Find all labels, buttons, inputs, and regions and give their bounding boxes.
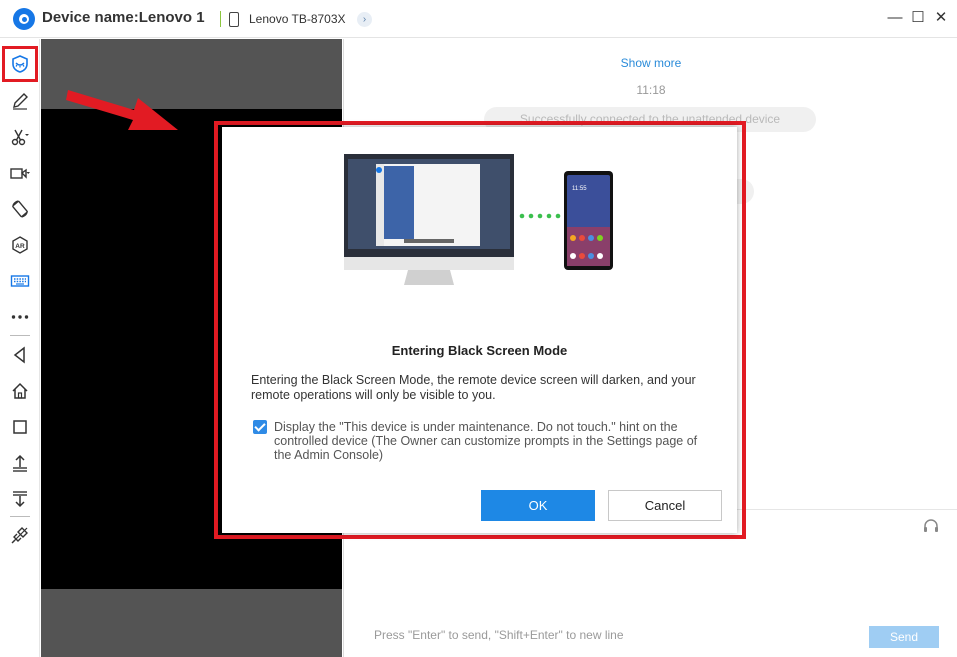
back-triangle-icon [13, 346, 25, 364]
maintenance-hint-label[interactable]: Display the "This device is under mainte… [274, 420, 714, 462]
download-icon [13, 491, 27, 508]
rotate-screen-button[interactable] [6, 195, 34, 223]
cancel-button[interactable]: Cancel [608, 490, 722, 521]
illustration-clock: 11:55 [572, 186, 587, 192]
toolbar-divider [10, 516, 30, 517]
keyboard-button[interactable] [6, 267, 34, 295]
window-title: Device name:Lenovo 1 [42, 9, 205, 26]
svg-text:AR: AR [15, 243, 25, 250]
pen-icon [13, 93, 28, 110]
maintenance-hint-checkbox[interactable] [253, 420, 267, 434]
phone-icon [229, 12, 239, 27]
recents-button[interactable] [6, 413, 34, 441]
toolbar-divider [10, 335, 30, 336]
device-model-label: Lenovo TB-8703X [249, 12, 346, 26]
upload-button[interactable] [6, 449, 34, 477]
scissors-icon [11, 129, 29, 146]
ar-button[interactable]: AR [6, 231, 34, 259]
black-screen-dialog: 11:55 Entering Black Screen Mode Enterin… [222, 127, 737, 533]
download-button[interactable] [6, 485, 34, 513]
upload-icon [13, 454, 27, 472]
more-dots-icon [11, 315, 29, 319]
annotation-arrow-icon [66, 90, 178, 130]
message-time: 11:18 [636, 83, 666, 97]
draw-button[interactable] [6, 87, 34, 115]
keyboard-icon [10, 275, 30, 287]
dialog-description: Entering the Black Screen Mode, the remo… [251, 373, 696, 402]
square-icon [13, 420, 27, 434]
video-camera-icon [10, 168, 30, 179]
home-icon [12, 382, 28, 399]
back-button[interactable] [6, 341, 34, 369]
dialog-title: Entering Black Screen Mode [391, 343, 568, 358]
shield-eye-icon [12, 55, 28, 73]
input-hint[interactable]: Press "Enter" to send, "Shift+Enter" to … [374, 628, 624, 642]
headset-icon[interactable] [922, 517, 940, 535]
left-toolbar: AR [0, 39, 40, 657]
minimize-button[interactable]: — [886, 8, 904, 28]
title-bar: Device name:Lenovo 1 Lenovo TB-8703X › —… [0, 0, 957, 38]
device-info-chevron-icon[interactable]: › [357, 12, 372, 27]
monitor-phone-illustration: 11:55 [344, 154, 613, 285]
show-more-link[interactable]: Show more [344, 56, 957, 70]
home-button[interactable] [6, 377, 34, 405]
send-button[interactable]: Send [869, 626, 939, 648]
title-divider [220, 11, 221, 27]
record-button[interactable] [6, 159, 34, 187]
ok-button[interactable]: OK [481, 490, 595, 521]
ar-icon: AR [12, 236, 28, 254]
unplug-icon [11, 527, 28, 544]
rotate-icon [12, 200, 28, 218]
maximize-button[interactable]: ☐ [909, 8, 927, 28]
more-button[interactable] [6, 303, 34, 331]
black-screen-mode-button[interactable] [2, 46, 38, 82]
close-button[interactable]: ✕ [932, 8, 950, 28]
app-logo-icon [13, 8, 35, 30]
screenshot-button[interactable] [6, 123, 34, 151]
disconnect-button[interactable] [6, 521, 34, 549]
